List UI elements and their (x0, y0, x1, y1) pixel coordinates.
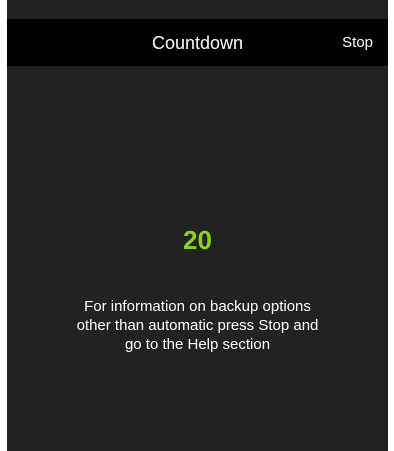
stop-button[interactable]: Stop (342, 33, 373, 53)
countdown-panel: 20 For information on backup options oth… (7, 66, 388, 451)
page-title: Countdown (151, 33, 244, 53)
backup-info-message: For information on backup options other … (76, 298, 319, 353)
countdown-timer: 20 (183, 225, 212, 255)
navigation-bar: Countdown Stop (7, 19, 388, 66)
app-screen: Countdown Stop 20 For information on bac… (7, 0, 388, 451)
